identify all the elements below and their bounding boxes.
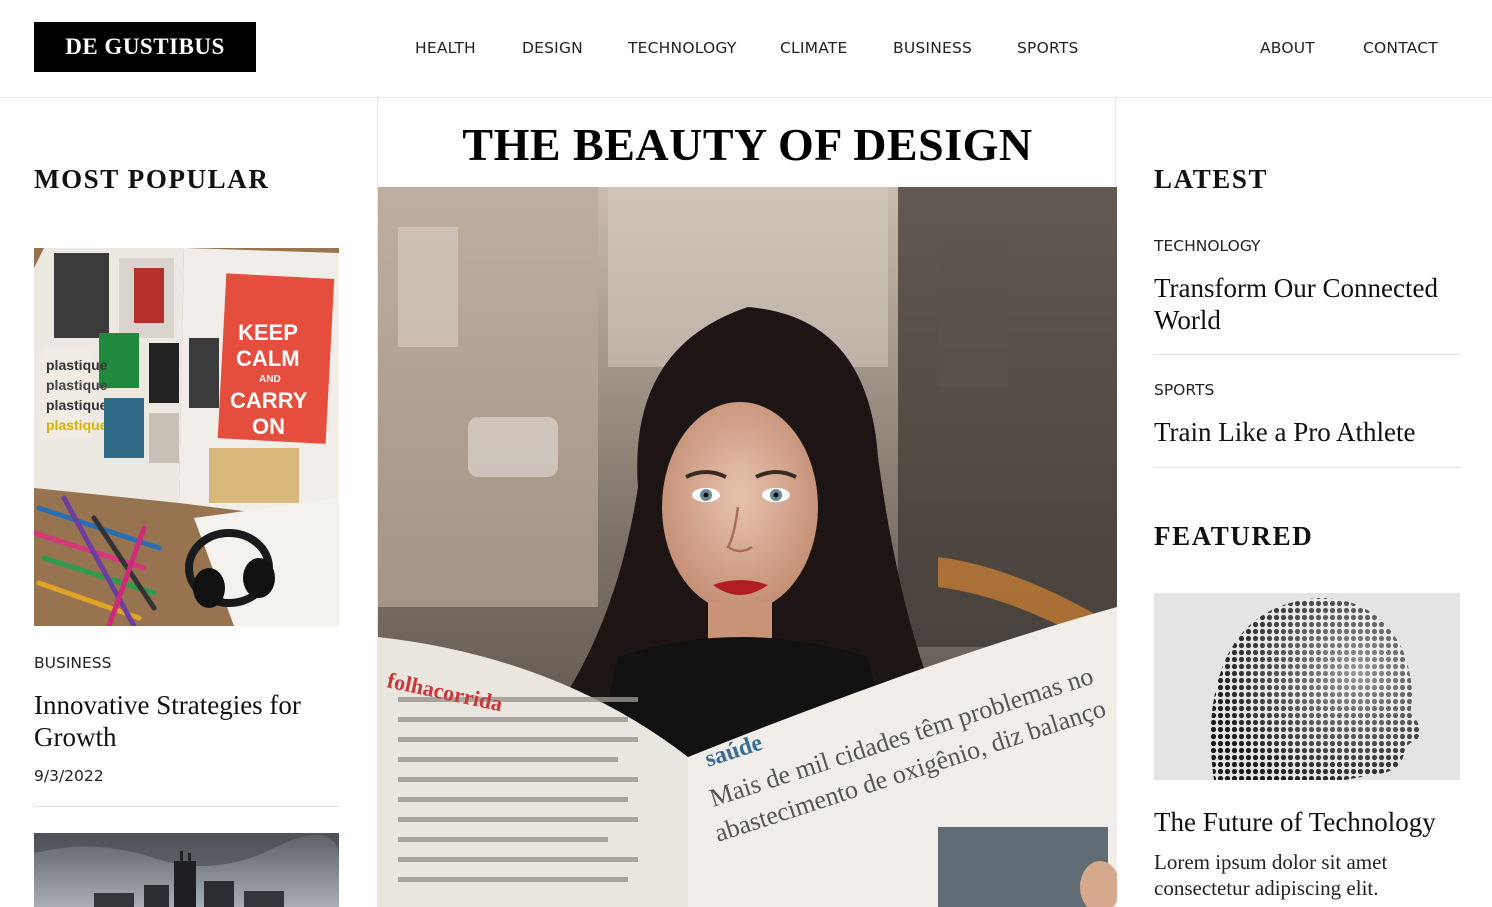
site-header: DE GUSTIBUS HEALTH DESIGN TECHNOLOGY CLI… xyxy=(0,0,1492,98)
city-skyline-illustration xyxy=(34,833,339,907)
svg-text:CALM: CALM xyxy=(236,346,300,371)
featured-excerpt: Lorem ipsum dolor sit amet consectetur a… xyxy=(1154,850,1388,900)
svg-text:plastique: plastique xyxy=(46,397,108,413)
latest-item-title[interactable]: Train Like a Pro Athlete xyxy=(1154,416,1460,448)
site-logo[interactable]: DE GUSTIBUS xyxy=(34,22,256,72)
nav-link-contact[interactable]: CONTACT xyxy=(1363,38,1438,58)
hero-column: THE BEAUTY OF DESIGN folhacorrida Mais d… xyxy=(377,98,1117,907)
divider xyxy=(1154,467,1460,468)
svg-text:KEEP: KEEP xyxy=(238,320,298,345)
article-date: 9/3/2022 xyxy=(34,767,104,785)
divider xyxy=(1154,354,1460,355)
svg-text:AND: AND xyxy=(259,374,281,385)
nav-link-sports[interactable]: SPORTS xyxy=(1017,38,1079,58)
hero-title[interactable]: THE BEAUTY OF DESIGN xyxy=(378,118,1117,171)
wireframe-head-illustration xyxy=(1154,593,1460,780)
latest-heading: LATEST xyxy=(1154,164,1269,194)
nav-link-health[interactable]: HEALTH xyxy=(415,38,476,58)
featured-image[interactable] xyxy=(1154,593,1460,780)
featured-title[interactable]: The Future of Technology xyxy=(1154,806,1460,838)
svg-text:plastique: plastique xyxy=(46,417,108,433)
nav-link-technology[interactable]: TECHNOLOGY xyxy=(628,38,737,58)
latest-item-category[interactable]: SPORTS xyxy=(1154,381,1214,399)
design-magazine-image[interactable]: plastique plastique plastique plastique … xyxy=(34,248,339,626)
latest-item-title[interactable]: Transform Our Connected World xyxy=(1154,272,1460,336)
design-magazine-illustration: plastique plastique plastique plastique … xyxy=(34,248,339,626)
most-popular-heading: MOST POPULAR xyxy=(34,164,270,194)
nav-link-design[interactable]: DESIGN xyxy=(522,38,583,58)
divider xyxy=(34,806,339,807)
nav-link-business[interactable]: BUSINESS xyxy=(893,38,972,58)
article-title[interactable]: Innovative Strategies for Growth xyxy=(34,689,339,753)
featured-heading: FEATURED xyxy=(1154,521,1314,551)
hero-newspaper-image[interactable]: folhacorrida Mais de mil cidades têm pro… xyxy=(378,187,1117,907)
nav-link-climate[interactable]: CLIMATE xyxy=(780,38,847,58)
svg-text:ON: ON xyxy=(252,414,285,439)
article-category[interactable]: BUSINESS xyxy=(34,654,111,672)
latest-item-category[interactable]: TECHNOLOGY xyxy=(1154,237,1261,255)
woman-reading-newspaper-illustration: folhacorrida Mais de mil cidades têm pro… xyxy=(378,187,1117,907)
svg-text:plastique: plastique xyxy=(46,377,108,393)
city-skyline-image[interactable] xyxy=(34,833,339,907)
nav-link-about[interactable]: ABOUT xyxy=(1260,38,1315,58)
svg-text:CARRY: CARRY xyxy=(230,388,308,413)
svg-text:plastique: plastique xyxy=(46,357,108,373)
